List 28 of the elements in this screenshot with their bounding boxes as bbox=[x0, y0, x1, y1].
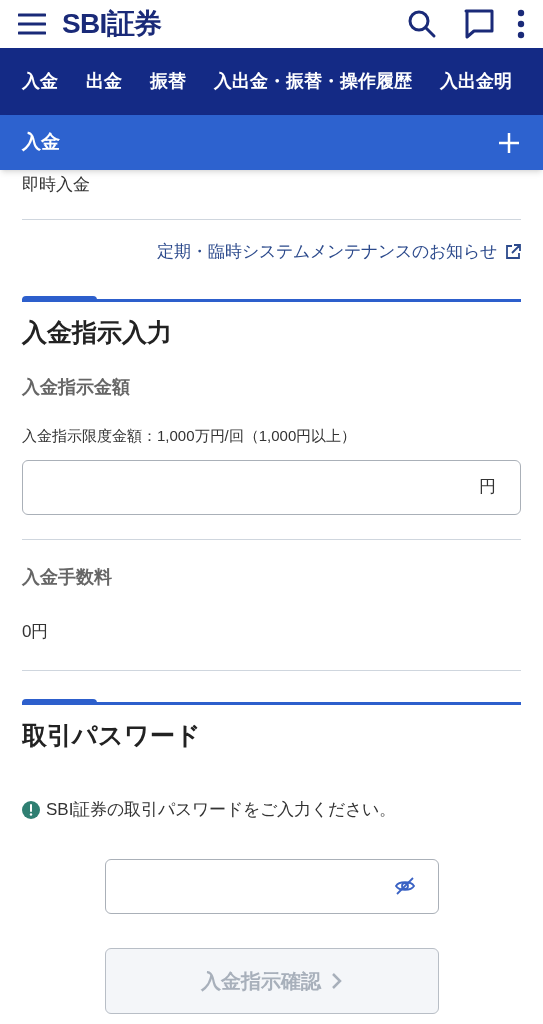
unit-label: 円 bbox=[479, 476, 496, 499]
section-title: 入金 bbox=[22, 130, 60, 155]
section-heading: 入金指示入力 bbox=[22, 317, 173, 348]
more-icon[interactable] bbox=[517, 9, 525, 39]
search-icon[interactable] bbox=[407, 9, 437, 39]
nav-tab[interactable]: 入金 bbox=[22, 68, 58, 95]
field-label: 入金指示金額 bbox=[22, 376, 131, 399]
nav-tab[interactable]: 入出金・振替・操作履歴 bbox=[214, 68, 412, 95]
eye-slash-icon[interactable] bbox=[393, 877, 416, 895]
chat-icon[interactable] bbox=[463, 8, 495, 40]
nav-tab[interactable]: 出金 bbox=[86, 68, 122, 95]
amount-field[interactable]: 円 bbox=[22, 459, 521, 515]
logo: SBI証券 bbox=[62, 7, 162, 41]
menu-icon[interactable] bbox=[18, 12, 46, 36]
external-link-icon bbox=[505, 244, 521, 260]
password-field[interactable] bbox=[104, 858, 439, 914]
expand-button[interactable] bbox=[497, 130, 521, 155]
password-message: SBI証券の取引パスワードをご入力ください。 bbox=[46, 799, 397, 821]
fee-value: 0円 bbox=[22, 620, 50, 643]
field-label: 入金手数料 bbox=[22, 565, 113, 589]
section-heading: 取引パスワード bbox=[22, 720, 202, 751]
limit-note: 入金指示限度金額：1,000万円/回（1,000円以上） bbox=[22, 426, 358, 446]
menu-item[interactable]: 即時入金 bbox=[22, 172, 90, 198]
chevron-right-icon bbox=[330, 971, 343, 990]
maintenance-link[interactable]: 定期・臨時システムメンテナンスのお知らせ bbox=[157, 239, 497, 265]
info-icon bbox=[22, 800, 40, 819]
nav-tab[interactable]: 入出金明 bbox=[440, 68, 512, 95]
nav-tab[interactable]: 振替 bbox=[150, 68, 186, 95]
